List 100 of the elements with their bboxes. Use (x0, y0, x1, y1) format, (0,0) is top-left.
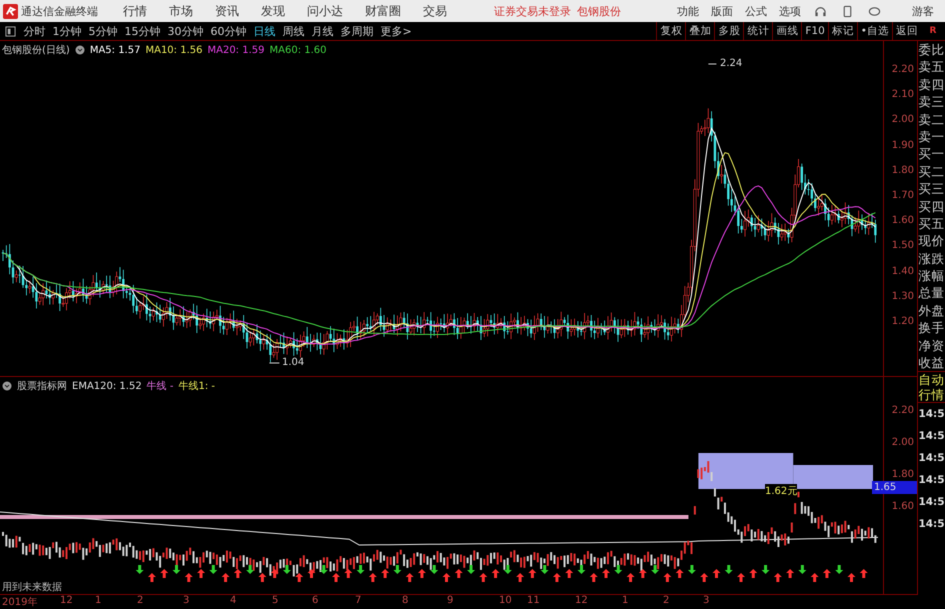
period-tab[interactable]: 30分钟 (168, 24, 204, 38)
down-arrow-icon (136, 565, 144, 574)
down-arrow-icon (798, 565, 806, 574)
date-tick: 3 (703, 595, 710, 606)
trade-time: 14:5 (918, 517, 945, 532)
date-tick: 3 (183, 595, 190, 606)
high-price-label: 2.24 (720, 58, 742, 69)
trade-time: 14:5 (918, 429, 945, 444)
period-tab[interactable]: 日线 (254, 24, 276, 38)
down-arrow-icon (356, 565, 365, 574)
user-label[interactable]: 游客 (912, 4, 934, 18)
down-arrow-icon (209, 565, 218, 574)
menu-item[interactable]: 交易 (423, 2, 447, 20)
quote-field-label: 卖四 (918, 76, 944, 94)
headset-icon[interactable] (814, 4, 827, 18)
trade-time: 14:5 (918, 451, 945, 466)
price-tick: 1.80 (892, 469, 914, 480)
date-tick: 12 (60, 595, 73, 606)
period-tab[interactable]: 15分钟 (124, 24, 160, 38)
stock-name: 包钢股份 (577, 4, 621, 18)
quote-field-label: 卖五 (918, 58, 944, 76)
period-tab[interactable]: 更多> (380, 24, 412, 38)
panel-toggle-icon[interactable] (5, 26, 16, 36)
date-tick: 8 (402, 595, 408, 606)
trade-time: 14:5 (918, 407, 945, 422)
login-status[interactable]: 证券交易未登录 (494, 4, 571, 18)
date-tick: 6 (312, 595, 318, 606)
quote-field-label: 卖二 (918, 110, 944, 128)
dropdown-icon[interactable] (2, 381, 12, 391)
quote-field-label: 涨跌 (918, 250, 944, 268)
phone-icon[interactable] (841, 4, 854, 18)
price-tick: 2.00 (892, 114, 914, 126)
quote-field-label: 收益 (918, 354, 944, 372)
menu-item[interactable]: 财富圈 (365, 2, 401, 20)
price-tick: 1.60 (892, 501, 914, 512)
period-tab[interactable]: 60分钟 (210, 24, 246, 38)
menu-item[interactable]: 发现 (261, 2, 285, 20)
period-tab[interactable]: 周线 (282, 24, 304, 38)
indicator-value: MA10: 1.56 (145, 44, 202, 56)
menu-item[interactable]: 行情 (123, 2, 147, 20)
menu-item[interactable]: 资讯 (215, 2, 239, 20)
indicator-value: 牛线1: - (178, 380, 216, 393)
period-tab[interactable]: 5分钟 (88, 24, 118, 38)
quote-field-label: 买一 (918, 145, 944, 163)
down-arrow-icon (762, 565, 770, 574)
down-arrow-icon (540, 565, 549, 574)
quote-field-label: 总量 (918, 284, 944, 302)
down-arrow-icon (651, 565, 660, 574)
date-tick: 11 (527, 595, 540, 606)
date-tick: 4 (230, 595, 236, 606)
quote-field-label: 委比 (918, 41, 944, 58)
quote-field-label: 买二 (918, 162, 944, 180)
down-arrow-icon (246, 565, 254, 574)
menu-item[interactable]: 问小达 (307, 2, 343, 20)
date-tick: 5 (272, 595, 278, 606)
price-tick: 2.20 (892, 405, 914, 416)
date-tick: 12 (575, 595, 588, 606)
down-arrow-icon (172, 565, 180, 574)
menu-item[interactable]: 市场 (169, 2, 193, 20)
price-tick: 1.30 (892, 290, 914, 302)
trade-time: 14:5 (918, 473, 945, 488)
menu-item[interactable]: 版面 (711, 4, 733, 18)
warning-text: 用到未来数据 (2, 580, 62, 594)
down-arrow-icon (578, 565, 586, 574)
period-tab[interactable]: 1分钟 (52, 24, 82, 38)
quote-field-label: 卖一 (918, 128, 944, 146)
quote-field-label: 买三 (918, 180, 944, 198)
period-tab[interactable]: 多周期 (340, 24, 374, 38)
period-tab[interactable]: 月线 (312, 24, 334, 38)
dropdown-icon[interactable] (74, 45, 85, 55)
indicator-value: MA5: 1.57 (90, 44, 140, 56)
menu-item[interactable]: 公式 (745, 4, 767, 18)
quote-tab[interactable]: 自动 (918, 372, 944, 388)
down-arrow-icon (724, 565, 733, 574)
price-note: 1.62元 (765, 484, 798, 498)
price-tick: 2.10 (892, 89, 914, 100)
quote-field-label: 涨幅 (918, 267, 944, 284)
price-tick: 1.80 (892, 164, 914, 176)
down-arrow-icon (835, 565, 844, 574)
date-tick: 2019年 (2, 596, 38, 609)
down-arrow-icon (282, 565, 291, 574)
quote-tab[interactable]: 行情 (918, 387, 944, 402)
price-tick: 1.90 (892, 140, 914, 151)
date-tick: 7 (355, 595, 362, 606)
quote-field-label: 买四 (918, 198, 944, 215)
chart-title: 包钢股份(日线) (2, 44, 70, 57)
date-tick: 9 (447, 595, 454, 606)
down-arrow-icon (393, 565, 402, 574)
quote-field-label: 现价 (918, 232, 944, 250)
date-tick: 1 (95, 595, 102, 606)
price-tick: 1.40 (892, 266, 914, 277)
date-tick: 2 (137, 595, 144, 606)
down-arrow-icon (688, 565, 696, 574)
quote-field-label: 换手 (918, 319, 944, 337)
menu-item[interactable]: 功能 (677, 4, 699, 18)
price-tick: 2.20 (892, 64, 914, 75)
period-tab[interactable]: 分时 (24, 24, 46, 38)
date-tick: 10 (499, 595, 512, 606)
down-arrow-icon (504, 565, 512, 574)
menu-item[interactable]: 选项 (779, 4, 801, 18)
